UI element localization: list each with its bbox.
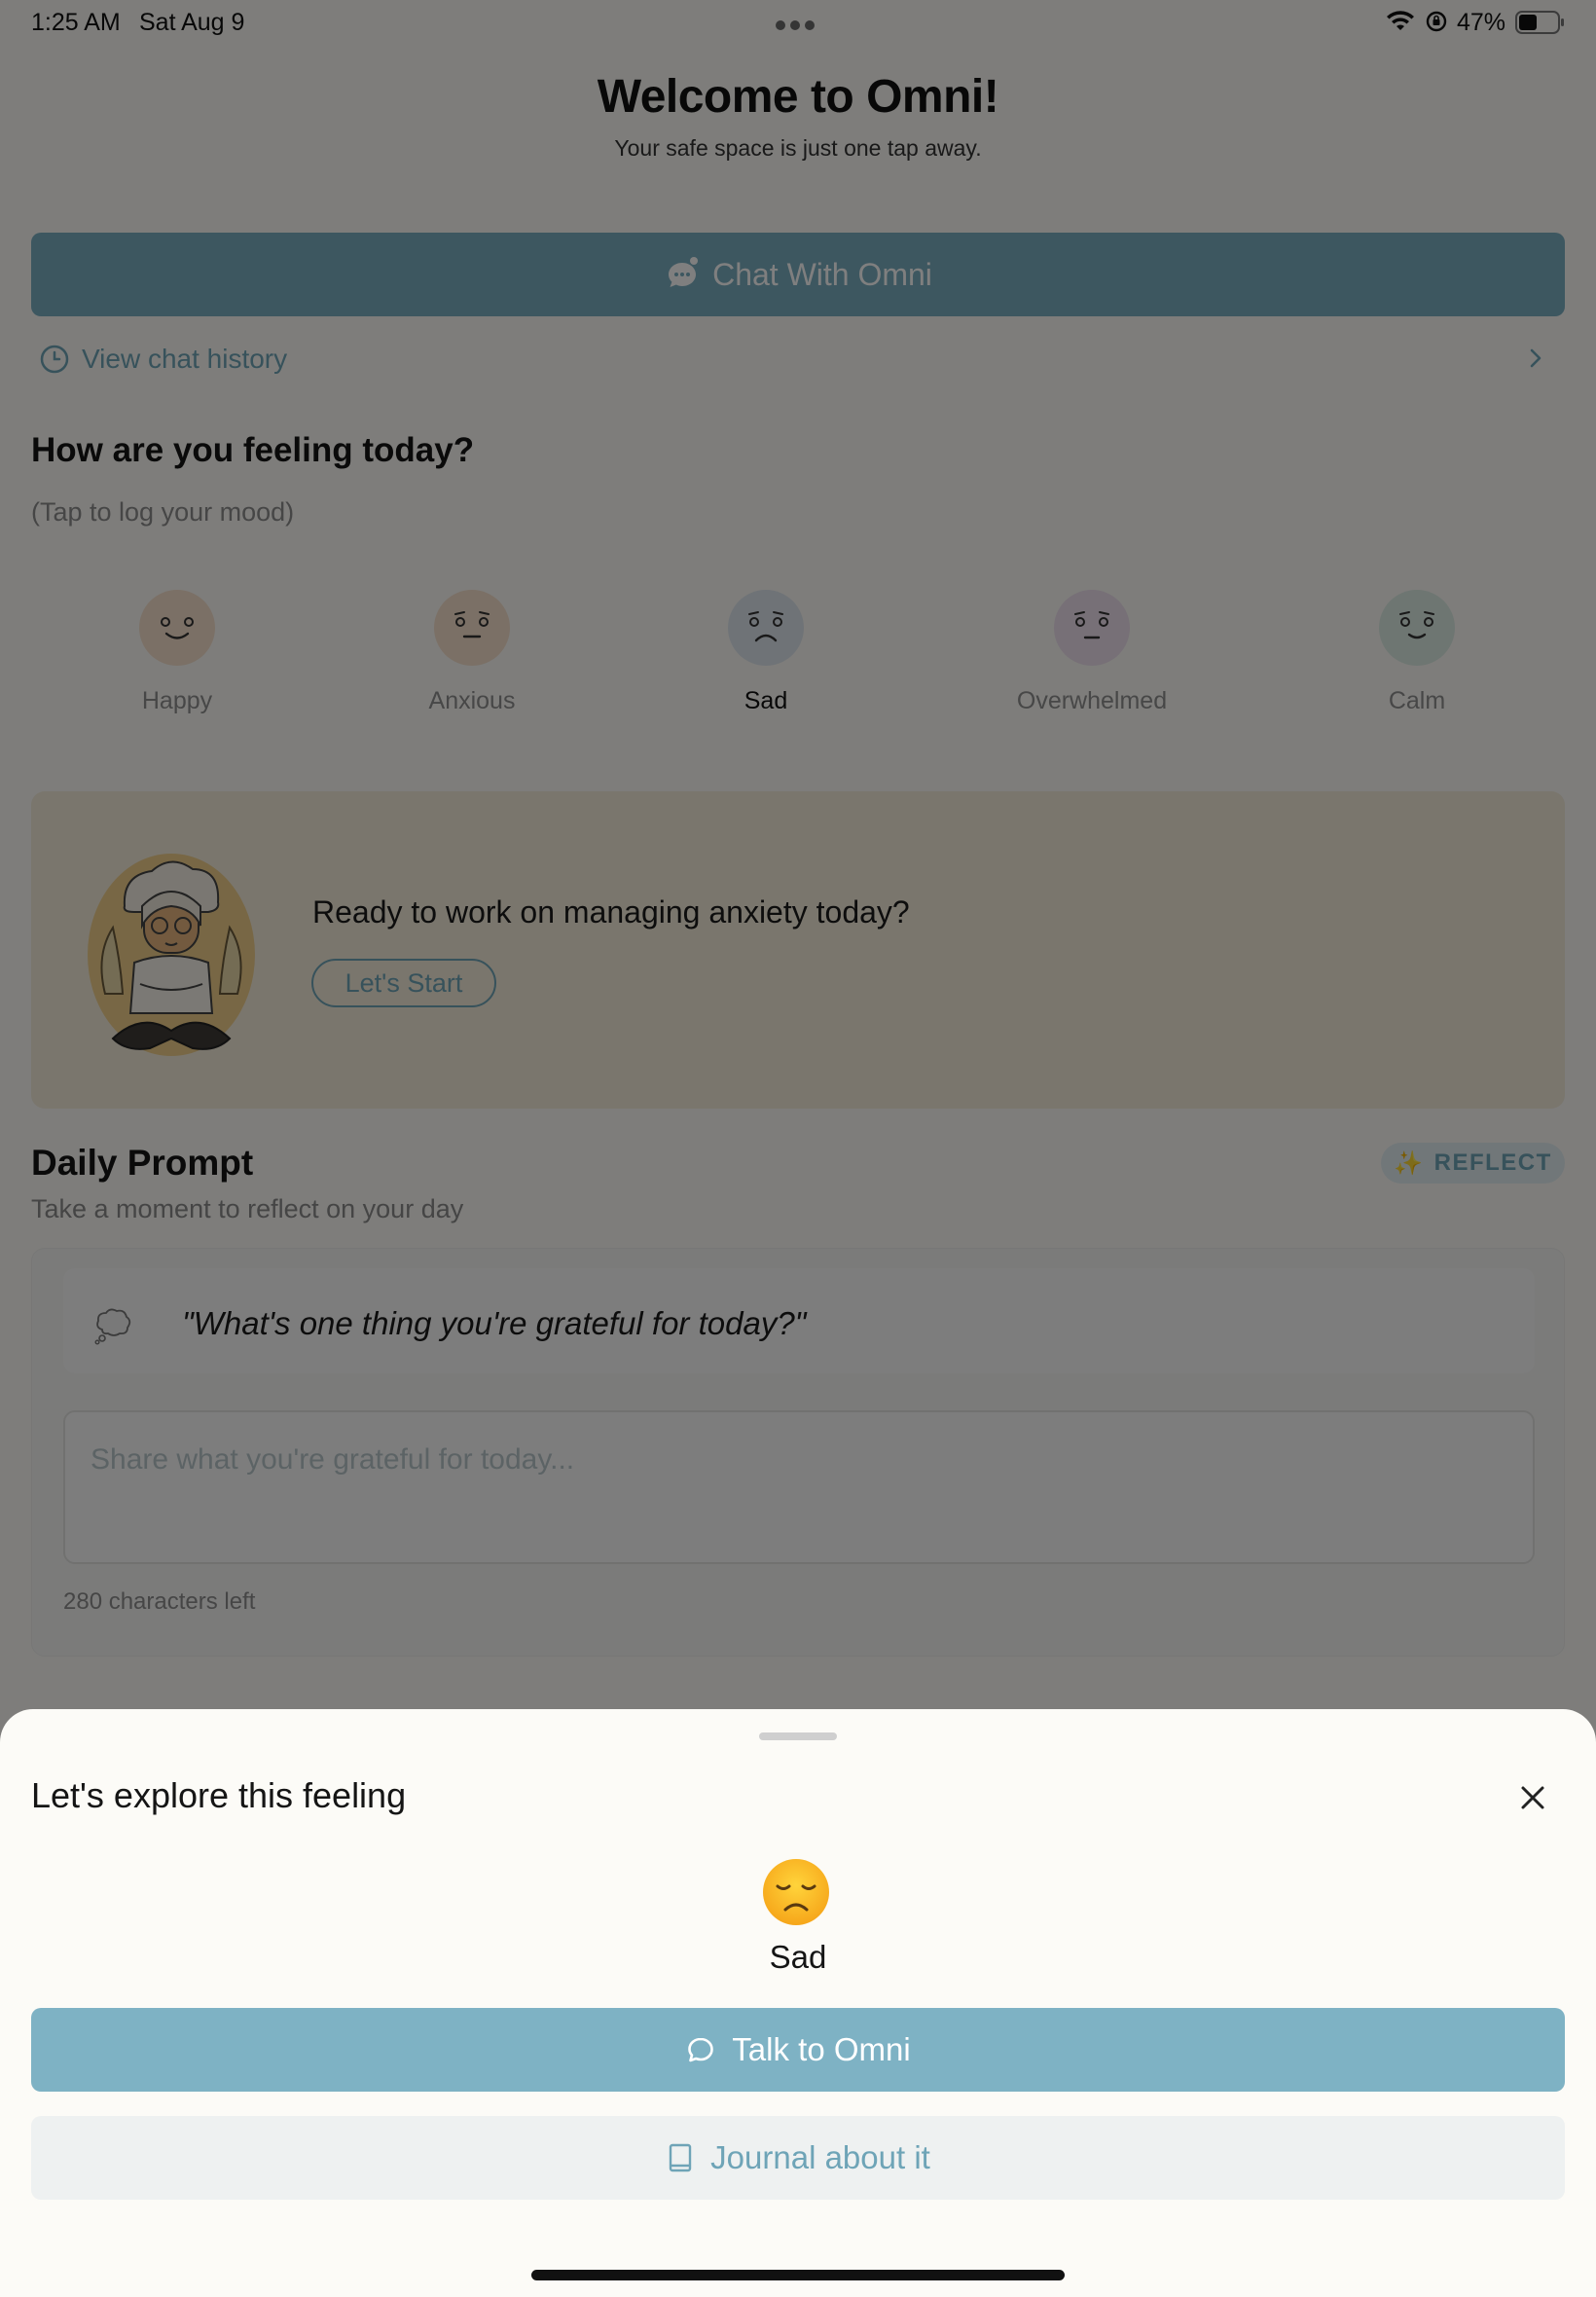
home-indicator[interactable] [531,2270,1065,2280]
disappointed-face-icon [763,1859,829,1925]
selected-mood-label: Sad [769,1939,827,1975]
journal-about-it-label: Journal about it [710,2139,930,2175]
talk-to-omni-button[interactable]: Talk to Omni [31,2008,1565,2092]
talk-to-omni-label: Talk to Omni [732,2031,911,2067]
sheet-title: Let's explore this feeling [31,1775,407,1815]
journal-about-it-button[interactable]: Journal about it [31,2116,1565,2200]
explore-feeling-sheet: Let's explore this feeling Sad Talk to O… [0,1709,1596,2297]
sheet-drag-handle[interactable] [759,1732,837,1740]
close-icon[interactable] [1514,1779,1551,1816]
book-icon [669,2143,692,2172]
speech-bubble-icon [688,2037,714,2062]
